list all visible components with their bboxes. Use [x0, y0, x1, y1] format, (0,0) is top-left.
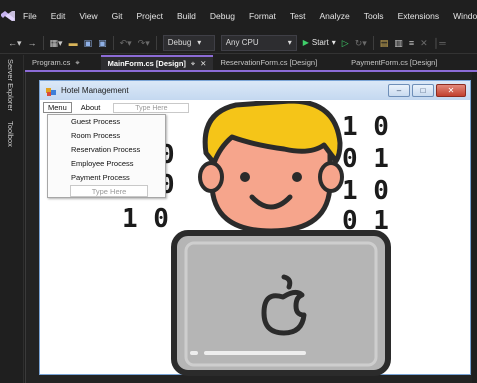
menu-build[interactable]: Build [170, 0, 203, 32]
menu-dropdown: Guest Process Room Process Reservation P… [47, 114, 166, 198]
configuration-value: Debug [167, 37, 192, 47]
close-button[interactable]: ✕ [436, 84, 466, 97]
menu-debug[interactable]: Debug [203, 0, 242, 32]
visual-studio-logo-icon[interactable] [0, 0, 16, 32]
navigate-forward-icon[interactable]: → [28, 32, 37, 54]
menu-tools[interactable]: Tools [357, 0, 391, 32]
tab-mainform-design[interactable]: MainForm.cs [Design] ⌖ ✕ [100, 55, 214, 71]
chevron-down-icon: ▾ [331, 38, 336, 47]
solution-configuration-dropdown[interactable]: Debug ▾ [162, 34, 215, 51]
maximize-button[interactable]: □ [412, 84, 434, 97]
menu-strip-menu[interactable]: Menu [43, 102, 72, 113]
menu-item-guest-process[interactable]: Guest Process [48, 115, 165, 129]
close-icon[interactable]: ✕ [420, 32, 428, 54]
menu-strip-about[interactable]: About [76, 102, 106, 113]
menu-edit[interactable]: Edit [44, 0, 73, 32]
solution-platform-dropdown[interactable]: Any CPU ▾ [220, 34, 297, 51]
side-tool-strip: Server Explorer Toolbox [0, 55, 24, 383]
menu-analyze[interactable]: Analyze [312, 0, 356, 32]
hot-reload-icon[interactable]: ↻▾ [355, 32, 367, 54]
tab-label: Program.cs [32, 57, 71, 67]
toolbox-tab[interactable]: Toolbox [6, 121, 15, 147]
redo-icon[interactable]: ↷▾ [138, 32, 150, 54]
menu-project[interactable]: Project [130, 0, 170, 32]
form-title: Hotel Management [61, 86, 129, 95]
window-controls: ‒ □ ✕ [388, 84, 466, 97]
server-explorer-tab[interactable]: Server Explorer [6, 59, 15, 111]
binary-digits-right: 1 0 [342, 176, 389, 206]
menu-item-reservation-process[interactable]: Reservation Process [48, 143, 165, 157]
start-without-debugging-icon[interactable]: ▷ [342, 32, 349, 54]
toolbar-separator [372, 35, 374, 50]
minimize-button[interactable]: ‒ [388, 84, 410, 97]
more-tools-icon[interactable]: │═ [434, 32, 446, 54]
form-titlebar[interactable]: Hotel Management ‒ □ ✕ [40, 81, 470, 100]
menu-test[interactable]: Test [283, 0, 313, 32]
menu-view[interactable]: View [72, 0, 104, 32]
form-app-icon [46, 87, 56, 96]
start-label: Start [311, 38, 329, 47]
play-icon: ▶ [302, 38, 309, 47]
menu-window[interactable]: Window [446, 0, 477, 32]
tab-reservationform-design[interactable]: ReservationForm.cs [Design] [213, 55, 324, 70]
save-icon[interactable]: ▣ [84, 32, 93, 54]
align-icon[interactable]: ≡ [409, 32, 414, 54]
menu-format[interactable]: Format [242, 0, 283, 32]
binary-digits-right: 0 1 [342, 144, 389, 174]
undo-icon[interactable]: ↶▾ [120, 32, 132, 54]
tab-label: MainForm.cs [Design] [107, 58, 186, 68]
menu-item-room-process[interactable]: Room Process [48, 129, 165, 143]
save-all-icon[interactable]: ▣ [98, 32, 107, 54]
live-share-icon[interactable]: ▤ [380, 32, 389, 54]
platform-value: Any CPU [225, 37, 259, 47]
start-debugging-button[interactable]: ▶ Start ▾ [303, 38, 336, 47]
tab-label: PaymentForm.cs [Design] [351, 57, 438, 67]
menu-file[interactable]: File [16, 0, 44, 32]
navigate-back-icon[interactable]: ←▾ [8, 32, 22, 54]
chevron-down-icon: ▾ [197, 37, 202, 47]
chevron-down-icon: ▾ [287, 37, 292, 47]
pin-icon[interactable]: ⌖ [191, 57, 195, 71]
visual-studio-window: File Edit View Git Project Build Debug F… [0, 0, 477, 383]
close-tab-icon[interactable]: ✕ [200, 57, 206, 71]
open-folder-icon[interactable]: ▬ [69, 32, 78, 54]
tab-label: ReservationForm.cs [Design] [220, 57, 318, 67]
toolbar-separator [42, 35, 44, 50]
standard-toolbar: ←▾ → ▦▾ ▬ ▣ ▣ ↶▾ ↷▾ Debug ▾ Any CPU ▾ ▶ … [0, 32, 477, 54]
tab-program-cs[interactable]: Program.cs ⌖ [25, 55, 87, 70]
winform-hotel-management[interactable]: Hotel Management ‒ □ ✕ Menu About Type H… [39, 80, 471, 376]
document-tab-strip: Program.cs ⌖ MainForm.cs [Design] ⌖ ✕ Re… [25, 55, 477, 70]
menu-extensions[interactable]: Extensions [391, 0, 447, 32]
tab-paymentform-design[interactable]: PaymentForm.cs [Design] [344, 55, 444, 70]
pin-icon[interactable]: ⌖ [75, 56, 79, 70]
toolbar-separator [155, 35, 157, 50]
binary-digits-right: 1 0 [342, 112, 389, 142]
binary-digits-left-bottom: 1 0 [122, 204, 169, 234]
dropdown-type-here[interactable]: Type Here [70, 185, 148, 197]
main-menubar: File Edit View Git Project Build Debug F… [0, 0, 477, 32]
new-project-icon[interactable]: ▦▾ [50, 32, 63, 54]
menu-item-employee-process[interactable]: Employee Process [48, 157, 165, 171]
menu-git[interactable]: Git [105, 0, 130, 32]
toolbar-separator [112, 35, 114, 50]
menu-item-payment-process[interactable]: Payment Process [48, 171, 165, 185]
layout-icon[interactable]: ▥ [394, 32, 403, 54]
